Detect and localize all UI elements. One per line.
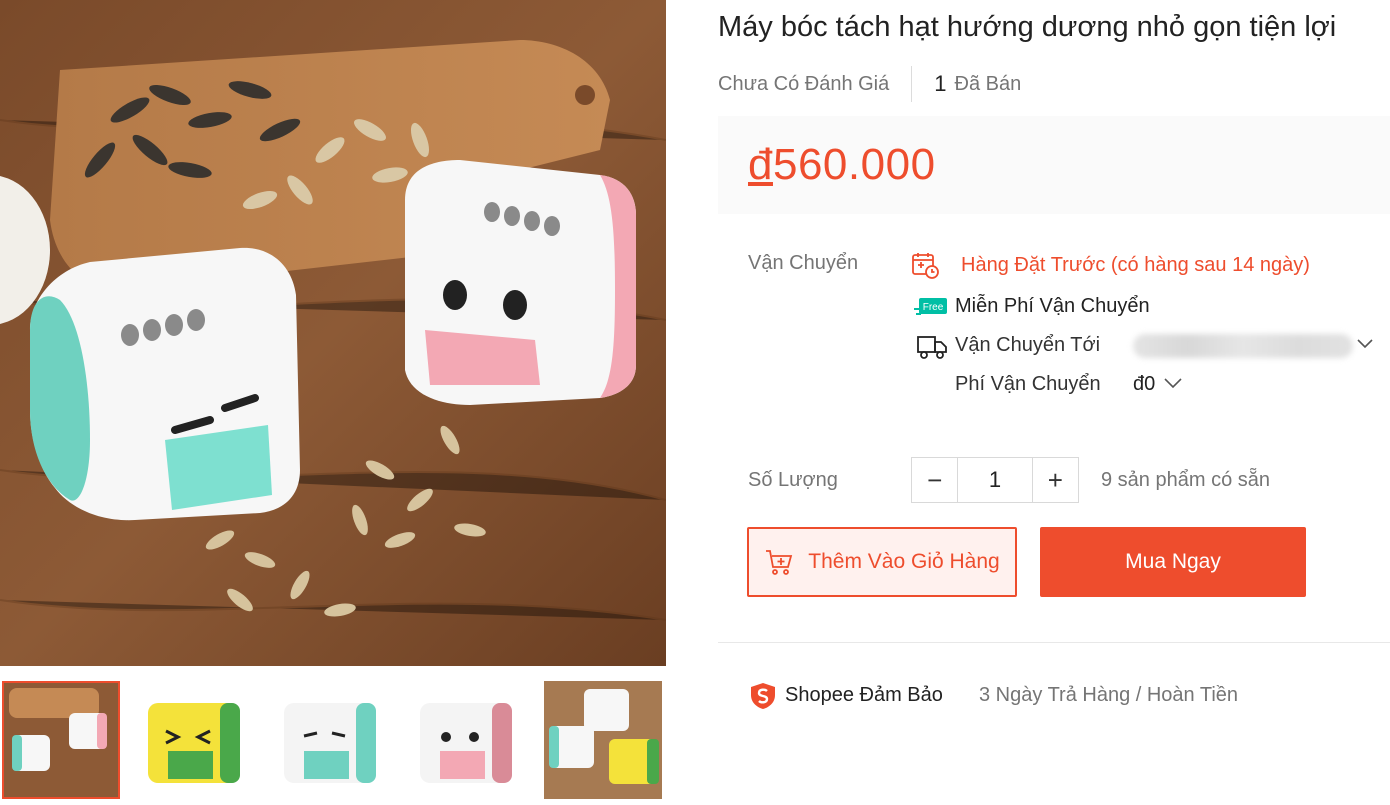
guarantee-text: 3 Ngày Trả Hàng / Hoàn Tiền xyxy=(979,684,1239,706)
shipping-fee-value: đ0 xyxy=(1133,373,1156,395)
ship-to-label: Vận Chuyển Tới xyxy=(955,334,1101,356)
add-to-cart-label: Thêm Vào Giỏ Hàng xyxy=(808,550,1000,573)
thumbnail-strip xyxy=(0,681,666,805)
shipping-fee-label: Phí Vận Chuyển xyxy=(955,373,1101,395)
thumbnail-3[interactable] xyxy=(272,681,390,799)
add-to-cart-button[interactable]: Thêm Vào Giỏ Hàng xyxy=(747,527,1017,597)
thumbnail-2[interactable] xyxy=(136,681,254,799)
increment-button[interactable]: + xyxy=(1033,458,1078,502)
sold-count: 1 xyxy=(934,71,947,96)
sold-label: Đã Bán xyxy=(954,72,1022,95)
product-photo xyxy=(0,0,666,666)
decrement-button[interactable]: − xyxy=(912,458,957,502)
quantity-input[interactable]: 1 xyxy=(957,458,1033,502)
main-product-image[interactable] xyxy=(0,0,666,666)
thumbnail-1[interactable] xyxy=(2,681,120,799)
shipping-label: Vận Chuyển xyxy=(748,252,859,274)
buy-now-button[interactable]: Mua Ngay xyxy=(1040,527,1306,597)
price: đ560.000 xyxy=(748,140,936,190)
product-title: Máy bóc tách hạt hướng dương nhỏ gọn tiệ… xyxy=(718,11,1337,43)
stock-text: 9 sản phẩm có sẵn xyxy=(1101,469,1270,491)
free-shipping-text: Miễn Phí Vận Chuyển xyxy=(955,295,1150,317)
chevron-down-icon[interactable] xyxy=(1163,375,1183,396)
thumbnail-5[interactable] xyxy=(544,681,662,799)
rating-row: Chưa Có Đánh Giá 1 Đã Bán xyxy=(718,66,1021,102)
free-shipping-icon: Free xyxy=(913,296,949,325)
calendar-clock-icon xyxy=(910,250,940,285)
chevron-down-icon[interactable] xyxy=(1356,336,1374,355)
free-badge-text: Free xyxy=(923,302,944,313)
thumbnail-4[interactable] xyxy=(408,681,526,799)
currency-symbol: đ xyxy=(748,140,773,189)
quantity-label: Số Lượng xyxy=(748,469,838,491)
divider xyxy=(911,66,913,102)
divider xyxy=(718,642,1390,643)
ship-to-address-blurred[interactable] xyxy=(1133,334,1353,358)
rating-text[interactable]: Chưa Có Đánh Giá xyxy=(718,73,889,96)
preorder-text: Hàng Đặt Trước (có hàng sau 14 ngày) xyxy=(961,254,1310,276)
truck-icon xyxy=(916,334,948,365)
price-value: 560.000 xyxy=(772,140,936,189)
shopee-shield-icon xyxy=(748,681,778,716)
guarantee-label[interactable]: Shopee Đảm Bảo xyxy=(785,684,943,707)
cart-add-icon xyxy=(766,550,793,575)
quantity-stepper: − 1 + xyxy=(911,457,1079,503)
